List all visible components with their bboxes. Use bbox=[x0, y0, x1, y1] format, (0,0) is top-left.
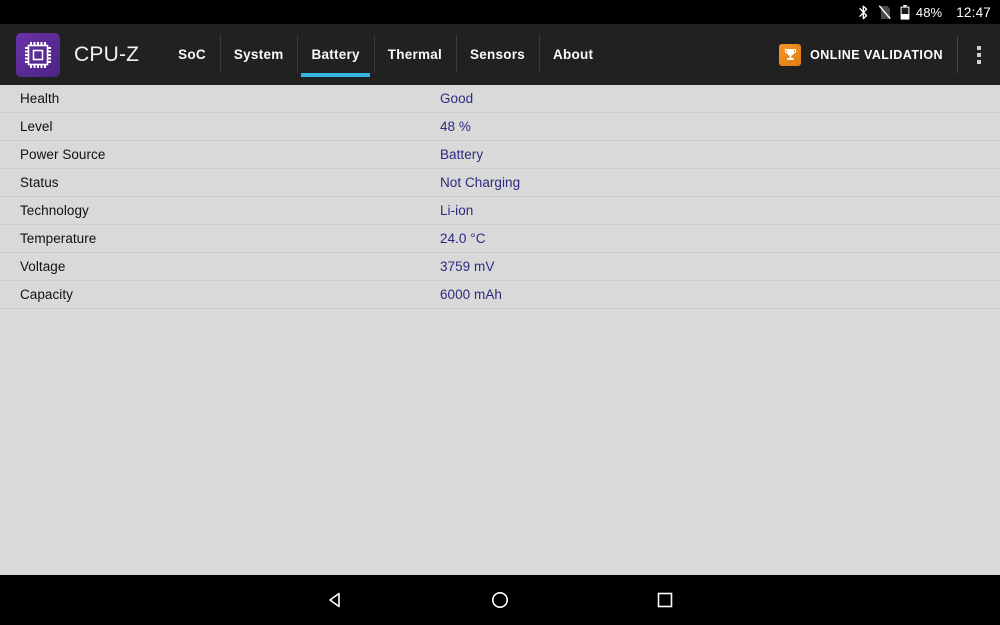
row-value: 6000 mAh bbox=[440, 287, 502, 302]
table-row: Temperature 24.0 °C bbox=[0, 225, 1000, 253]
row-value: 3759 mV bbox=[440, 259, 495, 274]
status-clock: 12:47 bbox=[956, 4, 991, 20]
row-value: 48 % bbox=[440, 119, 471, 134]
row-label: Power Source bbox=[20, 147, 106, 162]
tab-system[interactable]: System bbox=[219, 24, 298, 85]
tab-label: Battery bbox=[311, 47, 360, 62]
table-row: Voltage 3759 mV bbox=[0, 253, 1000, 281]
row-label: Status bbox=[20, 175, 59, 190]
back-triangle-icon bbox=[329, 592, 340, 608]
table-row: Status Not Charging bbox=[0, 169, 1000, 197]
app-title: CPU-Z bbox=[74, 42, 140, 66]
row-value: Battery bbox=[440, 147, 484, 162]
tab-label: About bbox=[553, 47, 594, 62]
app-bar-actions: ONLINE VALIDATION bbox=[779, 24, 1000, 85]
overflow-dot bbox=[977, 59, 981, 64]
table-row: Capacity 6000 mAh bbox=[0, 281, 1000, 309]
recents-button[interactable] bbox=[635, 575, 695, 625]
row-value: Not Charging bbox=[440, 175, 521, 190]
online-validation-button[interactable]: ONLINE VALIDATION bbox=[779, 24, 957, 85]
table-row: Level 48 % bbox=[0, 113, 1000, 141]
tab-soc[interactable]: SoC bbox=[164, 24, 220, 85]
row-label: Temperature bbox=[20, 231, 97, 246]
row-label: Health bbox=[20, 91, 60, 106]
device-screen: 48% 12:47 CPU-Z SoC System Battery Therm… bbox=[0, 0, 1000, 625]
tab-label: System bbox=[233, 47, 284, 62]
table-row: Health Good bbox=[0, 85, 1000, 113]
tab-about[interactable]: About bbox=[539, 24, 607, 85]
home-circle-icon bbox=[492, 592, 508, 608]
recents-square-icon bbox=[657, 592, 673, 608]
table-row: Power Source Battery bbox=[0, 141, 1000, 169]
tab-label: SoC bbox=[178, 47, 206, 62]
row-label: Capacity bbox=[20, 287, 73, 302]
status-bar: 48% 12:47 bbox=[0, 0, 1000, 24]
cpu-chip-icon bbox=[16, 32, 60, 77]
tab-thermal[interactable]: Thermal bbox=[373, 24, 456, 85]
tab-label: Sensors bbox=[470, 47, 526, 62]
row-label: Technology bbox=[20, 203, 89, 218]
bluetooth-icon bbox=[858, 5, 869, 20]
overflow-dot bbox=[977, 45, 981, 50]
row-label: Voltage bbox=[20, 259, 66, 274]
battery-info-list: Health Good Level 48 % Power Source Batt… bbox=[0, 85, 1000, 575]
tab-battery[interactable]: Battery bbox=[297, 24, 373, 85]
row-value: 24.0 °C bbox=[440, 231, 486, 246]
active-tab-indicator bbox=[301, 73, 370, 77]
no-sim-icon bbox=[878, 4, 891, 20]
tab-bar: SoC System Battery Thermal Sensors About bbox=[164, 24, 607, 85]
back-button[interactable] bbox=[305, 575, 365, 625]
overflow-menu-button[interactable] bbox=[958, 24, 1000, 85]
trophy-icon bbox=[779, 43, 802, 66]
row-value: Li-ion bbox=[440, 203, 474, 218]
row-label: Level bbox=[20, 119, 53, 134]
tab-sensors[interactable]: Sensors bbox=[456, 24, 539, 85]
battery-icon bbox=[900, 4, 910, 20]
home-button[interactable] bbox=[470, 575, 530, 625]
tab-label: Thermal bbox=[387, 47, 443, 62]
online-validation-label: ONLINE VALIDATION bbox=[810, 47, 943, 62]
app-bar: CPU-Z SoC System Battery Thermal Sensors… bbox=[0, 24, 1000, 85]
battery-percent-label: 48% bbox=[915, 4, 943, 20]
table-row: Technology Li-ion bbox=[0, 197, 1000, 225]
android-navigation-bar bbox=[0, 575, 1000, 625]
row-value: Good bbox=[440, 91, 474, 106]
overflow-dot bbox=[977, 52, 981, 57]
